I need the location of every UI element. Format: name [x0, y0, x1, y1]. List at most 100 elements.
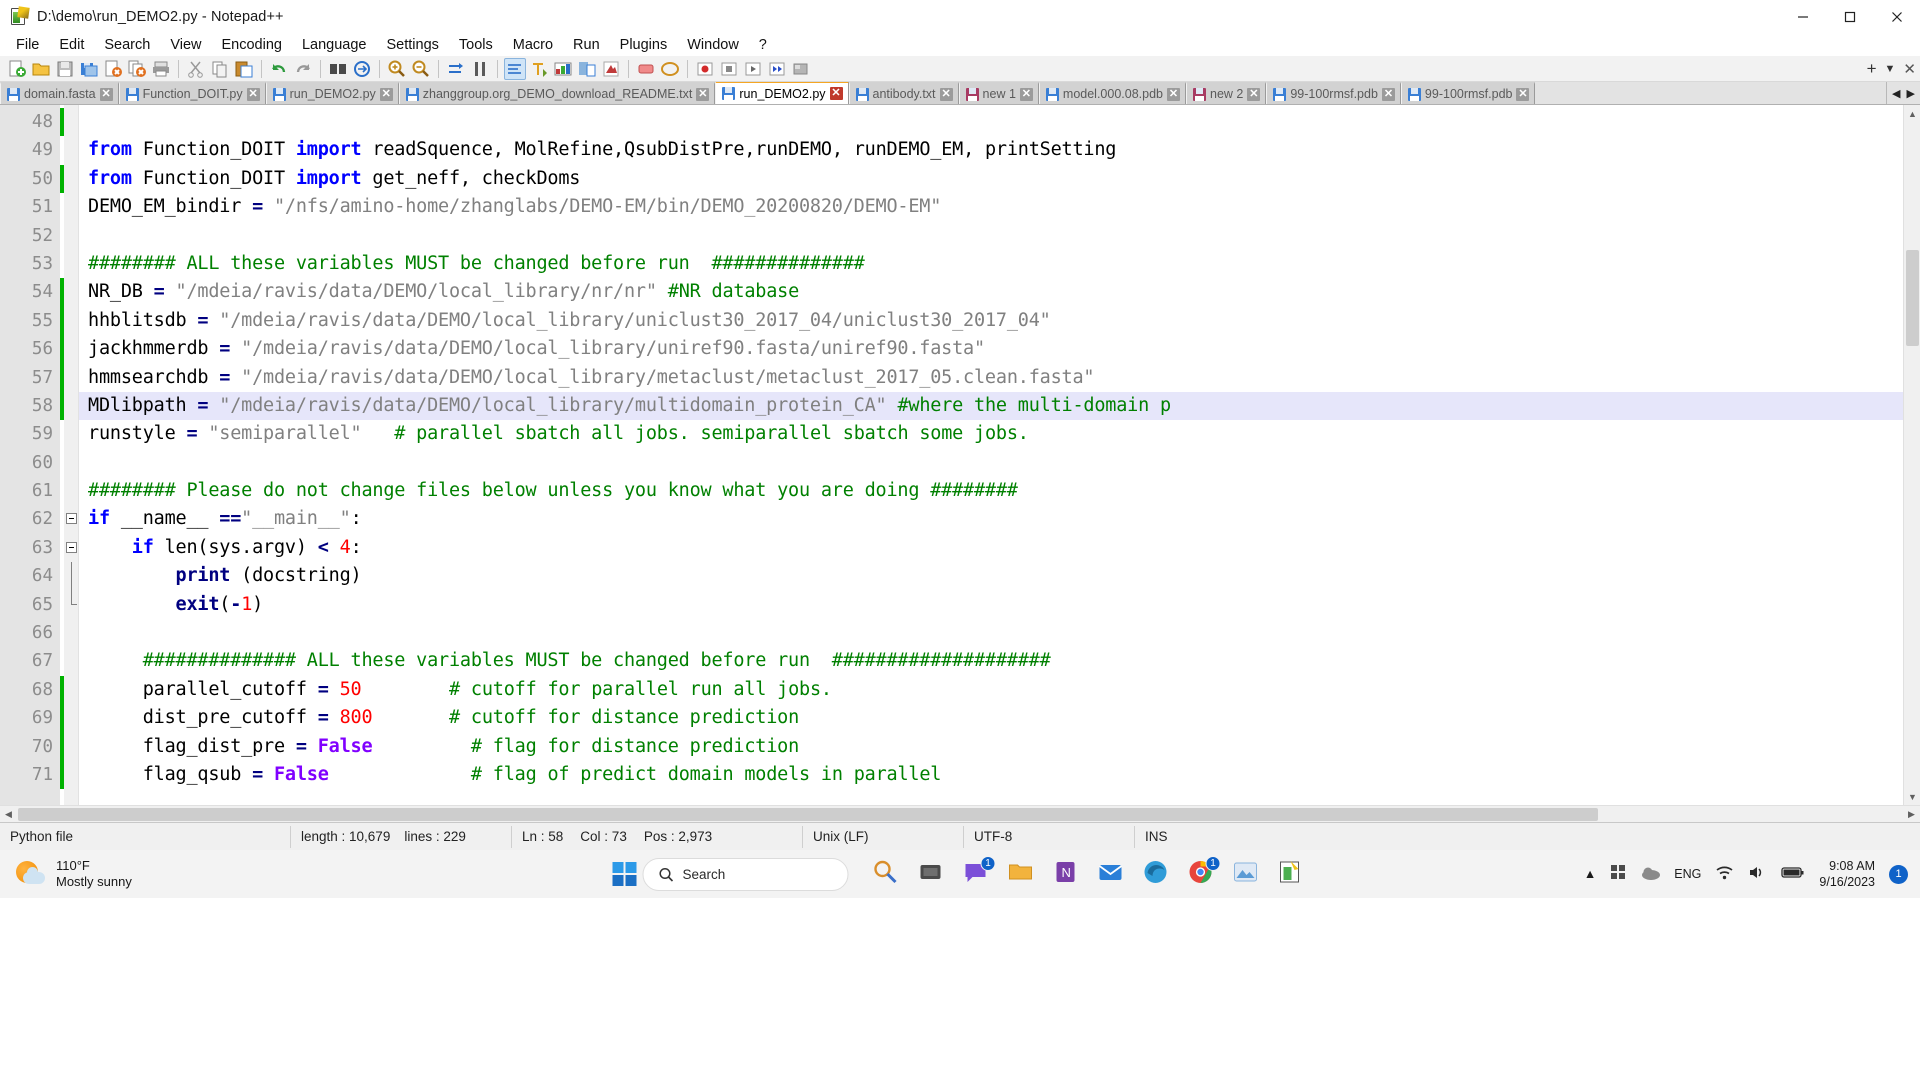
status-insert-mode[interactable]: INS: [1135, 823, 1920, 851]
menu-item-tools[interactable]: Tools: [449, 35, 503, 55]
menu-item-run[interactable]: Run: [563, 35, 610, 55]
code-line[interactable]: if len(sys.argv) < 4:: [79, 534, 1920, 562]
document-tab[interactable]: zhanggroup.org_DEMO_download_README.txt ✕: [398, 82, 716, 104]
tray-expand-icon[interactable]: ▲: [1584, 867, 1596, 881]
onenote-app-icon[interactable]: N: [1053, 859, 1083, 889]
code-line[interactable]: jackhmmerdb = "/mdeia/ravis/data/DEMO/lo…: [79, 335, 1920, 363]
menu-item-language[interactable]: Language: [292, 35, 377, 55]
code-text-area[interactable]: from Function_DOIT import readSquence, M…: [79, 105, 1920, 805]
close-tab-icon[interactable]: ✕: [1019, 87, 1033, 101]
code-line-current[interactable]: MDlibpath = "/mdeia/ravis/data/DEMO/loca…: [79, 391, 1920, 421]
document-tab[interactable]: 99-100rmsf.pdb ✕: [1266, 82, 1401, 104]
close-tab-icon[interactable]: ✕: [1381, 87, 1395, 101]
horizontal-scroll-thumb[interactable]: [18, 808, 1598, 821]
code-line[interactable]: from Function_DOIT import get_neff, chec…: [79, 165, 1920, 193]
code-line[interactable]: from Function_DOIT import readSquence, M…: [79, 136, 1920, 164]
code-line[interactable]: hhblitsdb = "/mdeia/ravis/data/DEMO/loca…: [79, 307, 1920, 335]
scroll-right-arrow-icon[interactable]: ▶: [1903, 806, 1920, 823]
code-line[interactable]: ############## ALL these variables MUST …: [79, 647, 1920, 675]
code-line[interactable]: ######## Please do not change files belo…: [79, 477, 1920, 505]
tab-scroll-left-icon[interactable]: ◀: [1892, 87, 1900, 100]
close-tab-icon[interactable]: ✕: [1167, 87, 1180, 101]
save-icon[interactable]: [54, 58, 76, 80]
play-macro-icon[interactable]: [742, 58, 764, 80]
find-icon[interactable]: [327, 58, 349, 80]
menu-item-search[interactable]: Search: [94, 35, 160, 55]
menu-item-file[interactable]: File: [6, 35, 49, 55]
close-tab-icon[interactable]: ✕: [1516, 87, 1530, 101]
record-macro-icon[interactable]: [694, 58, 716, 80]
code-line[interactable]: dist_pre_cutoff = 800 # cutoff for dista…: [79, 704, 1920, 732]
new-file-icon[interactable]: [6, 58, 28, 80]
scroll-left-arrow-icon[interactable]: ◀: [0, 806, 17, 823]
close-tab-icon[interactable]: ✕: [379, 87, 393, 101]
zoom-in-icon[interactable]: [386, 58, 408, 80]
tray-battery-icon[interactable]: [1781, 866, 1805, 882]
minimize-button[interactable]: [1779, 0, 1826, 33]
menu-item-encoding[interactable]: Encoding: [212, 35, 292, 55]
close-tab-icon[interactable]: ✕: [939, 87, 953, 101]
document-tab[interactable]: Function_DOIT.py ✕: [118, 82, 266, 104]
redo-icon[interactable]: [292, 58, 314, 80]
horizontal-scrollbar[interactable]: ◀ ▶: [0, 805, 1920, 822]
document-map-icon[interactable]: [600, 58, 622, 80]
close-all-files-icon[interactable]: [126, 58, 148, 80]
menu-item-window[interactable]: Window: [677, 35, 749, 55]
start-button-icon[interactable]: [612, 862, 637, 886]
add-tab-button[interactable]: +: [1867, 59, 1877, 79]
status-encoding[interactable]: UTF-8: [964, 823, 1134, 851]
menu-item-macro[interactable]: Macro: [503, 35, 563, 55]
scroll-down-arrow-icon[interactable]: ▼: [1904, 788, 1920, 805]
file-explorer-icon[interactable]: [1008, 859, 1038, 889]
document-tab[interactable]: run_DEMO2.py ✕: [715, 82, 849, 104]
notification-badge[interactable]: 1: [1889, 864, 1908, 884]
code-line[interactable]: ######## ALL these variables MUST be cha…: [79, 250, 1920, 278]
notepad-plus-plus-taskbar-icon[interactable]: [1278, 859, 1308, 889]
taskbar-clock[interactable]: 9:08 AM 9/16/2023: [1819, 858, 1875, 891]
code-line[interactable]: hmmsearchdb = "/mdeia/ravis/data/DEMO/lo…: [79, 364, 1920, 392]
fold-collapse-icon[interactable]: [66, 541, 77, 553]
replace-icon[interactable]: [351, 58, 373, 80]
code-line[interactable]: if __name__ =="__main__":: [79, 505, 1920, 533]
document-tab[interactable]: model.000.08.pdb ✕: [1038, 82, 1186, 104]
stop-macro-icon[interactable]: [718, 58, 740, 80]
indent-guide-icon[interactable]: [552, 58, 574, 80]
code-line[interactable]: print (docstring): [79, 562, 1920, 590]
menu-item-plugins[interactable]: Plugins: [610, 35, 678, 55]
close-button[interactable]: [1873, 0, 1920, 33]
mail-app-icon[interactable]: [1098, 859, 1128, 889]
menu-item-view[interactable]: View: [160, 35, 211, 55]
user-defined-dialog-icon[interactable]: [576, 58, 598, 80]
undo-icon[interactable]: [268, 58, 290, 80]
code-line[interactable]: flag_qsub = False # flag of predict doma…: [79, 761, 1920, 789]
fold-cell[interactable]: [64, 534, 78, 562]
document-tab[interactable]: domain.fasta ✕: [0, 82, 119, 104]
menu-item-help[interactable]: ?: [749, 35, 777, 55]
code-line[interactable]: [79, 619, 1920, 647]
tray-wifi-icon[interactable]: [1715, 865, 1734, 883]
code-line[interactable]: exit(-1): [79, 591, 1920, 619]
code-line[interactable]: NR_DB = "/mdeia/ravis/data/DEMO/local_li…: [79, 278, 1920, 306]
sync-horizontal-icon[interactable]: [469, 58, 491, 80]
function-list-icon[interactable]: [635, 58, 657, 80]
chat-app-icon[interactable]: 1: [963, 856, 996, 889]
close-tab-icon[interactable]: ✕: [99, 87, 113, 101]
document-tab[interactable]: 99-100rmsf.pdb ✕: [1400, 82, 1536, 104]
document-tab[interactable]: new 2 ✕: [1186, 82, 1267, 104]
code-folding-column[interactable]: [64, 105, 79, 805]
tab-scroll-right-icon[interactable]: ▶: [1907, 87, 1915, 100]
vertical-scrollbar[interactable]: ▲ ▼: [1903, 105, 1920, 805]
fold-cell[interactable]: [64, 505, 78, 533]
photos-app-icon[interactable]: [1233, 859, 1263, 889]
cut-icon[interactable]: [185, 58, 207, 80]
word-wrap-icon[interactable]: [504, 57, 526, 80]
close-tab-icon[interactable]: ✕: [696, 87, 710, 101]
edge-browser-icon[interactable]: [1143, 859, 1173, 889]
tray-onedrive-icon[interactable]: [1641, 865, 1661, 883]
vertical-scroll-thumb[interactable]: [1906, 250, 1919, 346]
document-tab[interactable]: new 1 ✕: [958, 82, 1039, 104]
code-line[interactable]: [79, 222, 1920, 250]
close-tab-icon[interactable]: ✕: [829, 87, 843, 100]
tray-bluetooth-icon[interactable]: [1610, 864, 1627, 884]
chrome-browser-icon[interactable]: 1: [1188, 856, 1221, 889]
